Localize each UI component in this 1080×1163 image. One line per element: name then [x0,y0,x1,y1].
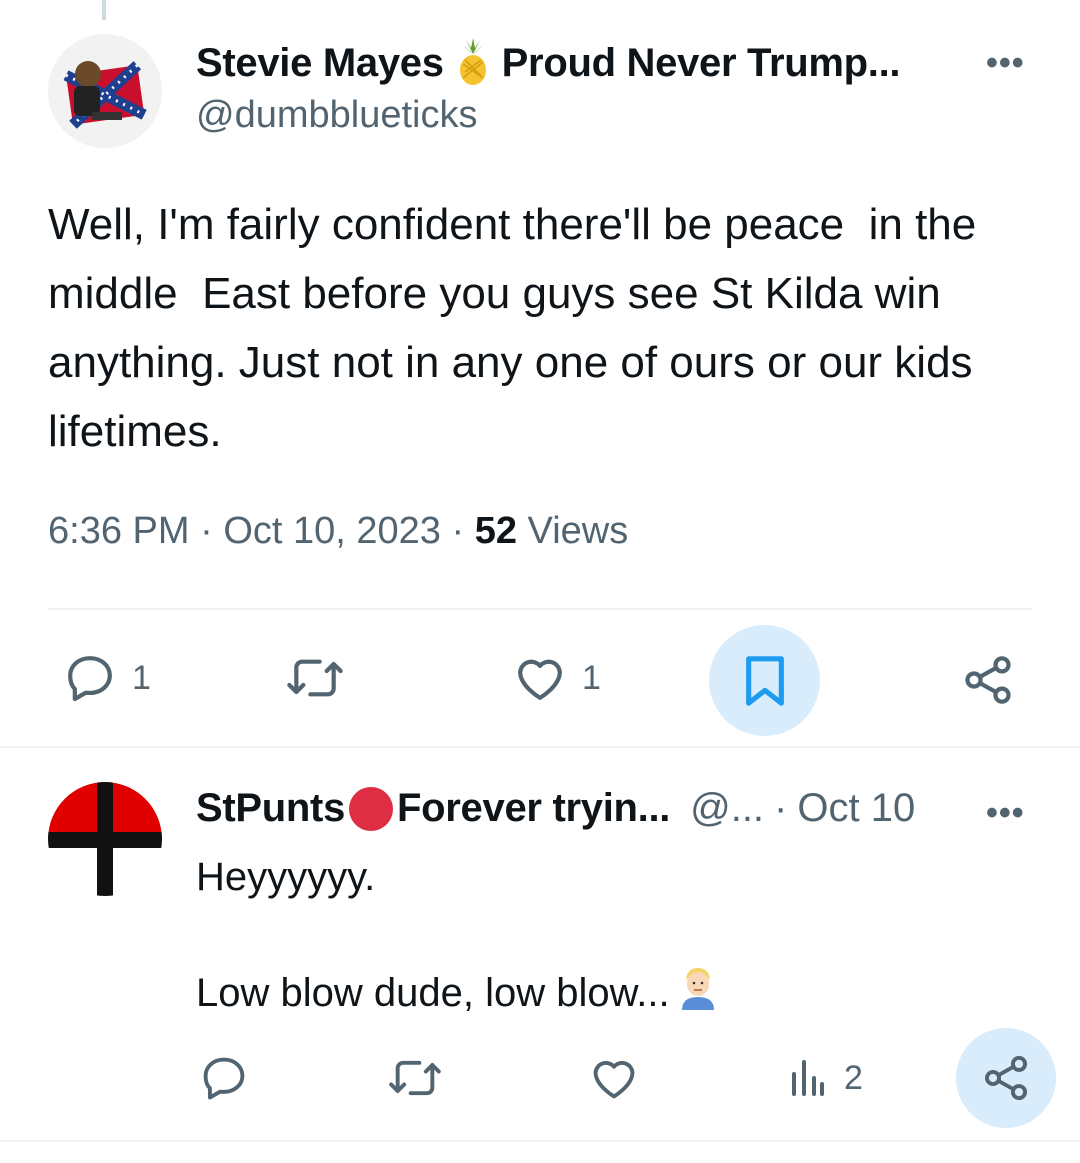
reply-icon [68,656,112,702]
reply-text-line-2-row: Low blow dude, low blow... [196,964,718,1022]
tweet-text: Well, I'm fairly confident there'll be p… [48,200,989,456]
reply-reply-button[interactable] [198,1052,250,1104]
share-icon [965,656,1011,704]
pineapple-icon [450,36,496,91]
author-handle[interactable]: @dumbblueticks [196,94,477,137]
retweet-button[interactable] [284,650,346,706]
meta-separator: · [451,510,465,552]
reply-views-button[interactable]: 2 [786,1054,863,1102]
reply-button[interactable]: 1 [62,650,151,706]
tweet-time[interactable]: 6:36 PM [48,510,190,552]
author-name-row[interactable]: Stevie Mayes Proud Never Trump... [196,36,901,91]
heart-icon [593,1061,635,1099]
like-count: 1 [582,658,601,697]
tweet-date[interactable]: Oct 10, 2023 [223,510,441,552]
man-facepalm-emoji-icon [678,964,718,1022]
avatar-image [48,782,162,896]
meta-separator: · [200,510,213,552]
reply-icon [203,1057,245,1100]
divider [48,608,1032,610]
thread-connector-line [102,0,106,20]
reply-author-display-name: StPunts [196,786,346,830]
meta-separator: · [774,786,788,830]
divider [0,746,1080,748]
reply-retweet-button[interactable] [386,1052,444,1104]
reply-author-name-suffix: Forever tryin... [397,786,671,830]
author-avatar[interactable] [48,34,162,148]
tweet-more-options-button[interactable]: ••• [986,44,1025,83]
heart-icon [518,659,562,700]
views-label[interactable]: Views [528,510,629,552]
views-count: 52 [474,510,517,552]
reply-text-line-2: Low blow dude, low blow... [196,971,670,1015]
reply-text-line-1: Heyyyyyy. [196,855,376,899]
tweet-metadata: 6:36 PM · Oct 10, 2023 · 52 Views [48,510,628,553]
reply-share-button[interactable] [956,1028,1056,1128]
author-name-suffix: Proud Never Trump... [501,41,901,85]
reply-header[interactable]: StPunts Forever tryin... @... · Oct 10 [196,786,915,831]
author-display-name: Stevie Mayes [196,41,444,85]
bookmark-icon [745,655,784,706]
avatar-image [48,34,162,148]
reply-count: 1 [132,658,151,697]
reply-date[interactable]: Oct 10 [797,786,915,831]
share-button[interactable] [960,652,1016,708]
retweet-icon [389,1060,441,1096]
retweet-icon [287,659,343,697]
like-button[interactable]: 1 [512,650,601,706]
reply-more-options-button[interactable]: ••• [986,794,1025,833]
reply-author-avatar[interactable] [48,782,162,896]
bookmark-button[interactable] [709,625,820,736]
reply-views-count: 2 [844,1058,863,1097]
analytics-bars-icon [792,1060,824,1096]
reply-like-button[interactable] [588,1052,640,1104]
red-circle-icon [349,786,394,831]
reply-author-handle: @... [690,786,765,830]
divider [0,1140,1080,1142]
share-icon [984,1055,1028,1101]
